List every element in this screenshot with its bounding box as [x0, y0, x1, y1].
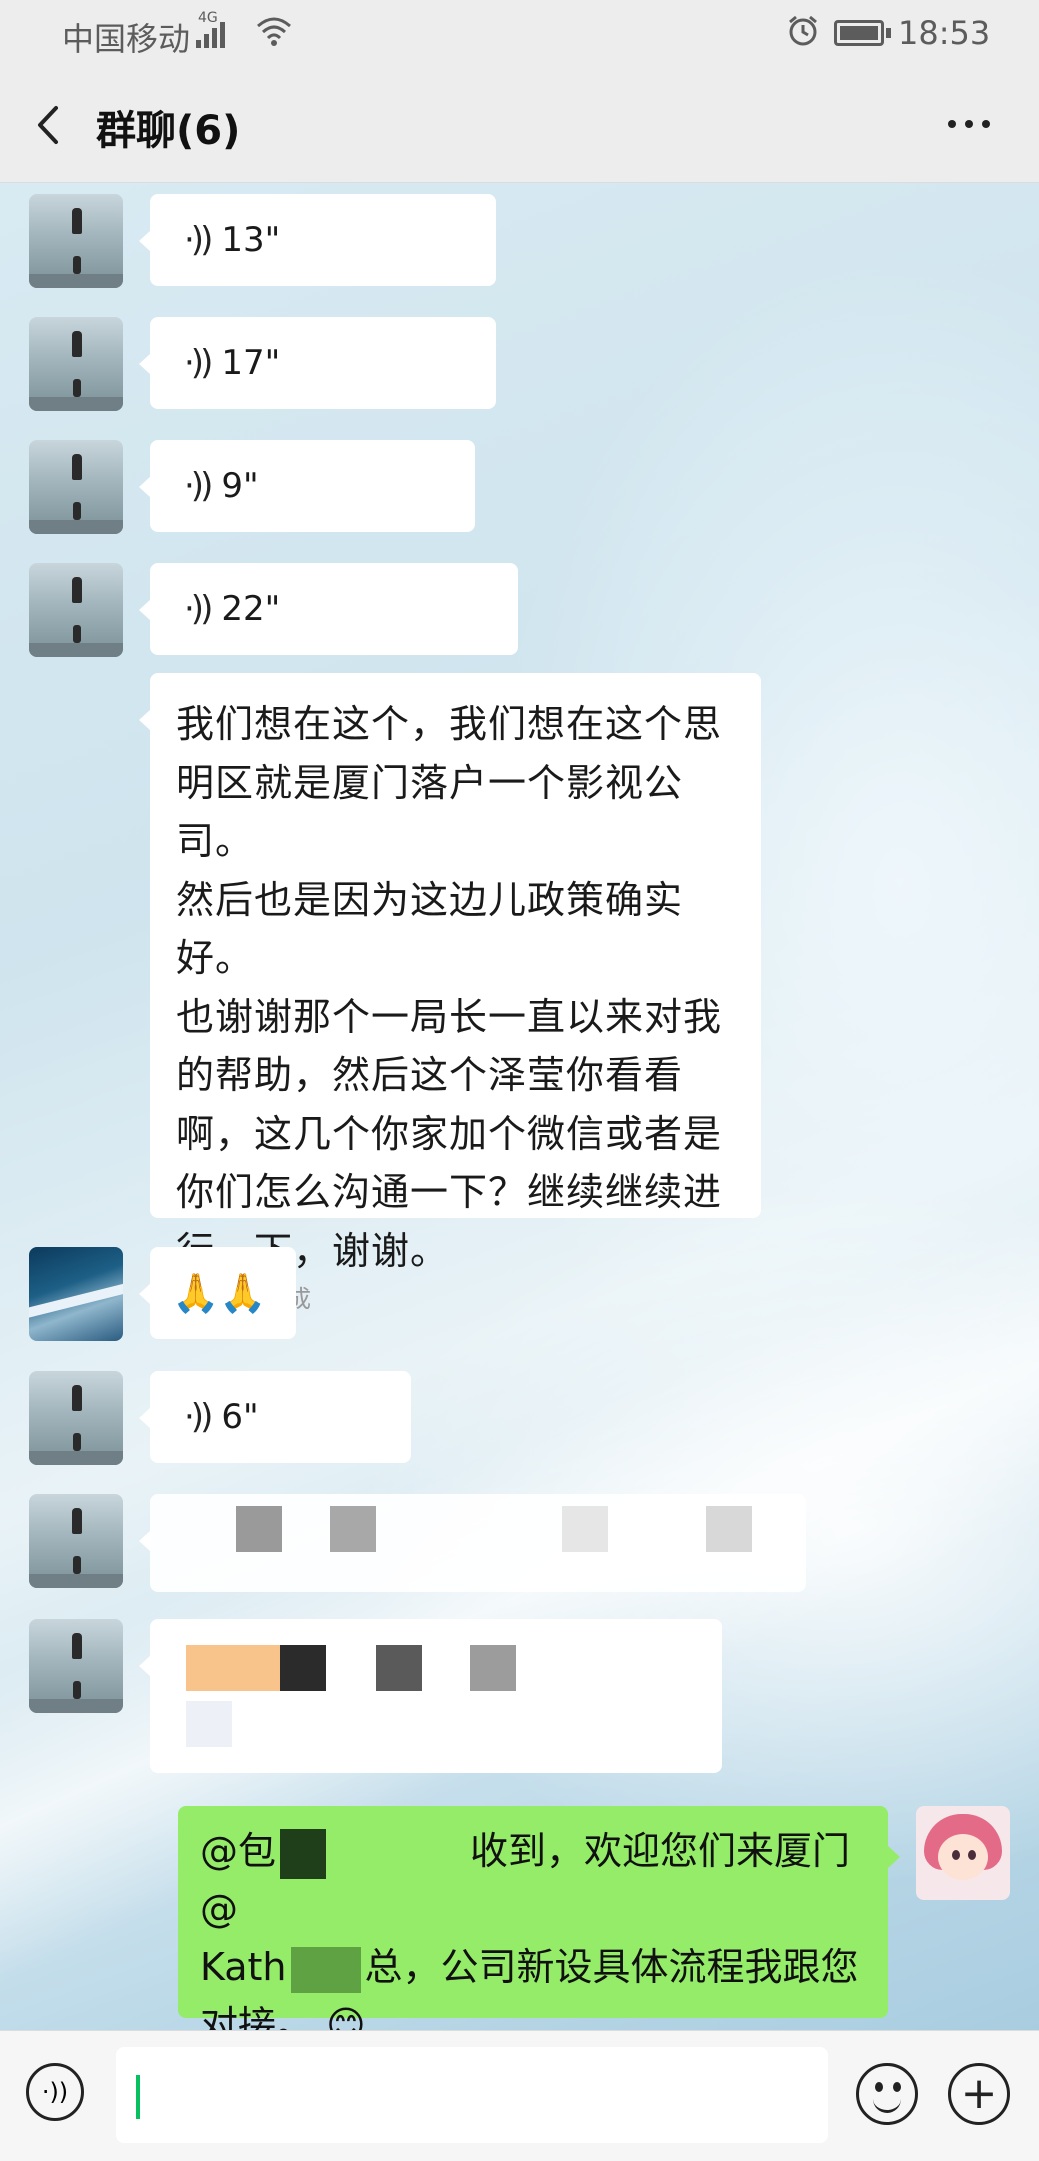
clock-label: 18:53: [898, 14, 991, 52]
redaction-block: [236, 1506, 282, 1552]
avatar[interactable]: [29, 563, 123, 657]
transcript-line: 明区就是厦门落户一个影视公司。: [176, 760, 684, 864]
battery-icon: [834, 20, 884, 46]
transcript-line: 啊，这几个你家加个微信或者是: [176, 1111, 723, 1156]
avatar[interactable]: [29, 1247, 123, 1341]
avatar[interactable]: [29, 1494, 123, 1588]
redaction-block: [186, 1701, 232, 1747]
message-text: 总，公司新设具体流程我跟您: [364, 1945, 859, 1989]
transcript-line: 也谢谢那个一局长一直以来对我: [176, 994, 723, 1039]
avatar[interactable]: [29, 194, 123, 288]
message-input[interactable]: [116, 2047, 828, 2143]
redaction-block: [470, 1645, 516, 1691]
redaction-block: [280, 1828, 327, 1879]
chat-header: 群聊(6): [0, 68, 1039, 183]
my-avatar[interactable]: [916, 1806, 1010, 1900]
redacted-message-bubble[interactable]: [139, 1494, 806, 1592]
back-arrow-icon[interactable]: [26, 102, 72, 148]
redaction-block: [562, 1506, 608, 1552]
alarm-icon: [786, 14, 820, 56]
status-bar: 中国移动 4G 18:53: [0, 0, 1039, 68]
chat-title: 群聊(6): [96, 108, 241, 154]
redaction-block: [330, 1506, 376, 1552]
voice-duration: 13": [221, 220, 281, 260]
voice-duration: 22": [221, 589, 281, 629]
voice-wave-icon: ·)): [184, 589, 213, 629]
voice-message-bubble[interactable]: ·)) 13": [139, 194, 496, 286]
voice-duration: 6": [221, 1397, 259, 1437]
transcript-line: 你们怎么沟通一下？继续继续进: [176, 1170, 723, 1214]
text-caret: [136, 2075, 140, 2119]
more-dots-icon[interactable]: [948, 120, 990, 128]
my-message-bubble[interactable]: @包 收到，欢迎您们来厦门@ Kath 总，公司新设具体流程我跟您 对接。 😊: [178, 1806, 900, 2047]
voice-message-bubble[interactable]: ·)) 22": [139, 563, 518, 655]
voice-wave-icon[interactable]: ·)): [26, 2063, 84, 2121]
mention-name: Kath: [200, 1945, 287, 1989]
voice-message-bubble[interactable]: ·)) 17": [139, 317, 496, 409]
avatar[interactable]: [29, 440, 123, 534]
voice-transcript-bubble[interactable]: 我们想在这个，我们想在这个思 明区就是厦门落户一个影视公司。 然后也是因为这边儿…: [139, 673, 761, 1313]
voice-duration: 9": [221, 466, 259, 506]
voice-wave-icon: ·)): [184, 220, 213, 260]
transcript-line: 然后也是因为这边儿政策确实好。: [176, 877, 684, 981]
signal-icon: [196, 18, 225, 48]
transcript-line: 我们想在这个，我们想在这个思: [176, 702, 723, 746]
wifi-icon: [256, 16, 292, 54]
avatar[interactable]: [29, 1619, 123, 1713]
voice-duration: 17": [221, 343, 281, 383]
emoji-text: 🙏🙏: [172, 1270, 267, 1315]
carrier-label: 中国移动: [62, 20, 191, 58]
emoji-face-icon[interactable]: [856, 2063, 918, 2125]
voice-wave-icon: ·)): [184, 466, 213, 506]
redacted-message-bubble[interactable]: [139, 1619, 722, 1773]
voice-message-bubble[interactable]: ·)) 9": [139, 440, 475, 532]
redaction-block: [186, 1645, 280, 1691]
redaction-block: [706, 1506, 752, 1552]
plus-circle-icon[interactable]: +: [948, 2063, 1010, 2125]
battery-tip: [886, 28, 891, 38]
redaction-block: [290, 1946, 361, 1993]
avatar[interactable]: [29, 317, 123, 411]
redaction-block: [280, 1645, 326, 1691]
voice-message-bubble[interactable]: ·)) 6": [139, 1371, 411, 1463]
avatar[interactable]: [29, 1371, 123, 1465]
voice-wave-icon: ·)): [184, 343, 213, 383]
emoji-message-bubble[interactable]: 🙏🙏: [139, 1247, 296, 1339]
mention-prefix: @包: [200, 1829, 277, 1873]
voice-wave-icon: ·)): [184, 1397, 213, 1437]
transcript-line: 的帮助，然后这个泽莹你看看: [176, 1053, 684, 1097]
redaction-block: [376, 1645, 422, 1691]
input-bar: ·)) +: [0, 2030, 1039, 2161]
